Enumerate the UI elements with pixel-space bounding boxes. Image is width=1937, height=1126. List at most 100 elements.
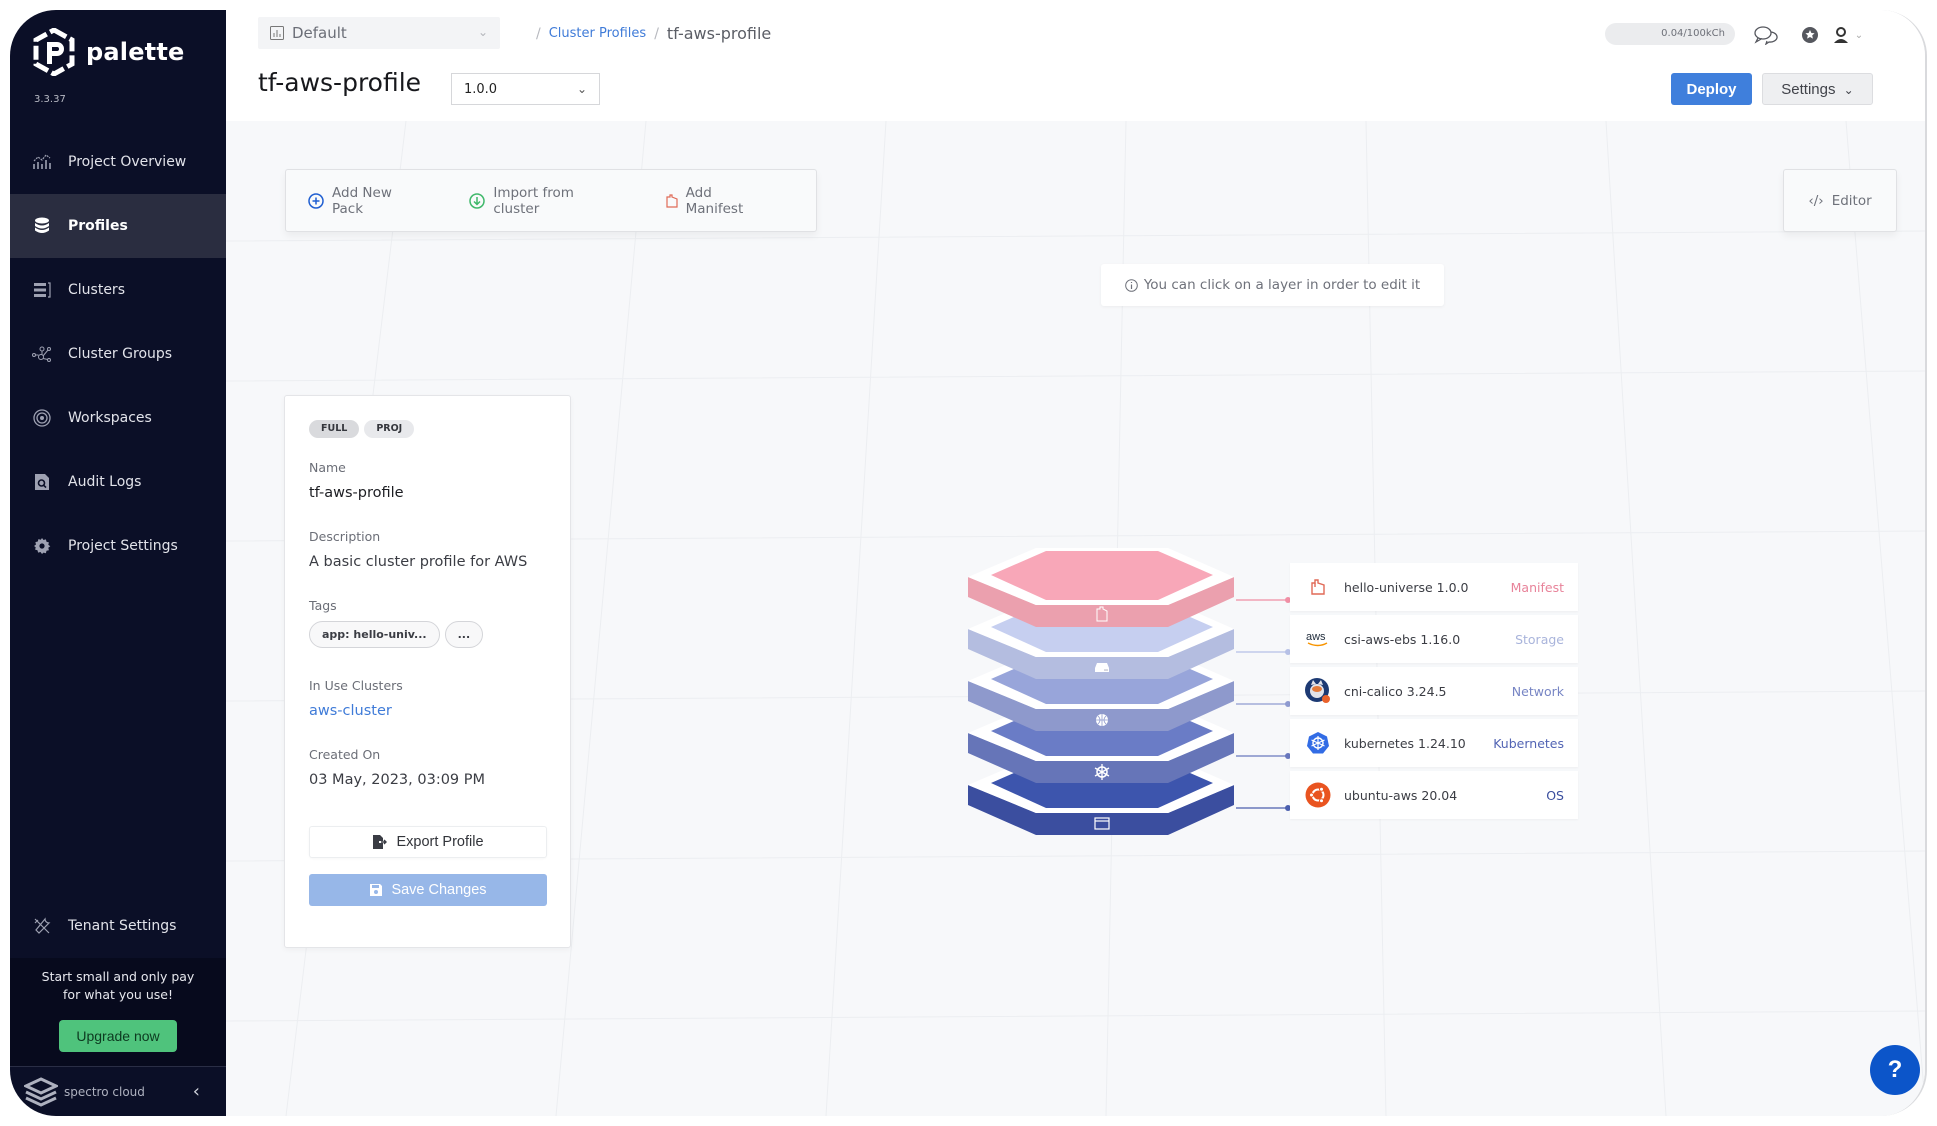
sidebar-item-project-overview[interactable]: Project Overview [10, 130, 226, 194]
sidebar-item-tenant-settings[interactable]: Tenant Settings [10, 894, 226, 958]
project-select[interactable]: Default ⌄ [258, 17, 500, 49]
add-manifest-button[interactable]: Add Manifest [666, 185, 772, 217]
pack-type: Storage [1515, 631, 1564, 647]
target-rings-icon [32, 408, 52, 428]
layer-stack [968, 548, 1234, 835]
pack-row-network[interactable]: cni-calico 3.24.5 Network [1290, 667, 1578, 715]
save-changes-button[interactable]: Save Changes [309, 874, 547, 906]
sidebar-item-label: Clusters [68, 282, 125, 298]
sidebar: palette 3.3.37 Project Overview Profiles [10, 10, 226, 1116]
brand[interactable]: palette [32, 28, 185, 76]
sidebar-item-label: Profiles [68, 218, 128, 234]
project-icon [270, 26, 284, 40]
settings-button[interactable]: Settings ⌄ [1762, 73, 1873, 105]
save-changes-label: Save Changes [391, 882, 487, 898]
page-header: Default ⌄ / Cluster Profiles / tf-aws-pr… [226, 10, 1925, 121]
sidebar-item-cluster-groups[interactable]: Cluster Groups [10, 322, 226, 386]
sidebar-item-profiles[interactable]: Profiles [10, 194, 226, 258]
deploy-button[interactable]: Deploy [1671, 73, 1752, 105]
pack-type: OS [1546, 787, 1564, 803]
sidebar-item-audit-logs[interactable]: Audit Logs [10, 450, 226, 514]
breadcrumb-cluster-profiles[interactable]: Cluster Profiles [549, 26, 646, 41]
calico-logo-icon [1304, 677, 1332, 705]
promo-text: Start small and only pay for what you us… [10, 958, 226, 1004]
version-select[interactable]: 1.0.0 ⌄ [451, 73, 600, 105]
star-badge-icon[interactable] [1797, 24, 1823, 46]
add-manifest-label: Add Manifest [685, 184, 744, 217]
project-select-value: Default [292, 24, 347, 42]
sidebar-footer: spectro cloud ‹ [10, 1066, 226, 1116]
sidebar-nav: Project Overview Profiles Clusters Clust… [10, 130, 226, 578]
more-tags-button[interactable]: ... [444, 621, 484, 648]
breadcrumb-separator: / [654, 25, 659, 42]
pack-type: Network [1511, 683, 1564, 699]
sidebar-item-project-settings[interactable]: Project Settings [10, 514, 226, 578]
description-label: Description [309, 529, 381, 544]
tag-chip[interactable]: app: hello-univ... [309, 621, 440, 648]
aws-logo-icon: aws [1304, 625, 1332, 653]
profile-tags: app: hello-univ... ... [309, 621, 546, 648]
pack-name: kubernetes 1.24.10 [1344, 735, 1466, 751]
version-select-value: 1.0.0 [464, 81, 498, 97]
in-use-clusters-label: In Use Clusters [309, 678, 403, 693]
tools-icon [32, 916, 52, 936]
tenant-settings-label: Tenant Settings [68, 918, 177, 934]
settings-label: Settings [1781, 80, 1836, 98]
add-new-pack-button[interactable]: Add New Pack [308, 185, 425, 217]
info-icon [1125, 278, 1138, 292]
name-label: Name [309, 460, 346, 475]
chat-icon[interactable] [1753, 24, 1779, 46]
profile-chips: FULL PROJ [309, 420, 546, 438]
spectro-cloud-logo-icon [24, 1076, 58, 1107]
upgrade-now-button[interactable]: Upgrade now [59, 1020, 177, 1052]
export-file-icon [373, 835, 388, 849]
plus-circle-icon [308, 192, 324, 209]
sidebar-item-clusters[interactable]: Clusters [10, 258, 226, 322]
export-profile-label: Export Profile [396, 834, 484, 850]
sidebar-item-label: Project Overview [68, 154, 187, 170]
pack-row-storage[interactable]: aws csi-aws-ebs 1.16.0 Storage [1290, 615, 1578, 663]
svg-text:aws: aws [1306, 631, 1326, 643]
import-from-cluster-label: Import from cluster [493, 184, 574, 217]
add-new-pack-label: Add New Pack [332, 184, 392, 217]
globe-icon [1096, 714, 1108, 726]
sidebar-item-label: Cluster Groups [68, 346, 173, 362]
pack-row-kubernetes[interactable]: kubernetes 1.24.10 Kubernetes [1290, 719, 1578, 767]
export-profile-button[interactable]: Export Profile [309, 826, 547, 858]
sidebar-item-label: Workspaces [68, 410, 152, 426]
profile-details-card: FULL PROJ Name tf-aws-profile Descriptio… [284, 395, 571, 948]
drive-icon [1095, 663, 1109, 672]
chevron-down-icon: ⌄ [1843, 82, 1854, 97]
in-use-cluster-link[interactable]: aws-cluster [309, 703, 546, 719]
pack-row-manifest[interactable]: hello-universe 1.0.0 Manifest [1290, 563, 1578, 611]
brand-name: palette [86, 38, 185, 66]
breadcrumb: / Cluster Profiles / tf-aws-profile [528, 24, 771, 43]
download-circle-icon [469, 192, 486, 209]
chip-full: FULL [309, 420, 360, 438]
created-on-value: 03 May, 2023, 03:09 PM [309, 772, 486, 788]
manifest-icon [666, 193, 678, 208]
ubuntu-logo-icon [1304, 781, 1332, 809]
editor-button[interactable]: ‹/› Editor [1783, 169, 1897, 232]
collapse-sidebar-icon[interactable]: ‹ [193, 1081, 200, 1102]
database-stack-icon [32, 216, 52, 236]
help-button[interactable]: ? [1870, 1045, 1920, 1095]
pack-name: ubuntu-aws 20.04 [1344, 787, 1458, 803]
kubernetes-logo-icon [1304, 729, 1332, 757]
user-menu-chevron-icon[interactable]: ⌄ [1846, 24, 1872, 46]
hint-text: You can click on a layer in order to edi… [1143, 277, 1421, 293]
pack-type: Manifest [1510, 579, 1564, 595]
pack-name: cni-calico 3.24.5 [1344, 683, 1447, 699]
import-from-cluster-button[interactable]: Import from cluster [469, 185, 621, 217]
upgrade-promo: Start small and only pay for what you us… [10, 958, 226, 1066]
chip-proj: PROJ [364, 420, 415, 438]
spectro-cloud-name: spectro cloud [64, 1084, 145, 1099]
search-document-icon [32, 472, 52, 492]
pack-name: csi-aws-ebs 1.16.0 [1344, 631, 1461, 647]
save-icon [370, 884, 383, 896]
sidebar-item-workspaces[interactable]: Workspaces [10, 386, 226, 450]
palette-logo-icon [33, 28, 75, 76]
created-on-label: Created On [309, 747, 381, 762]
app-window: palette 3.3.37 Project Overview Profiles [10, 10, 1927, 1116]
pack-row-os[interactable]: ubuntu-aws 20.04 OS [1290, 771, 1578, 819]
